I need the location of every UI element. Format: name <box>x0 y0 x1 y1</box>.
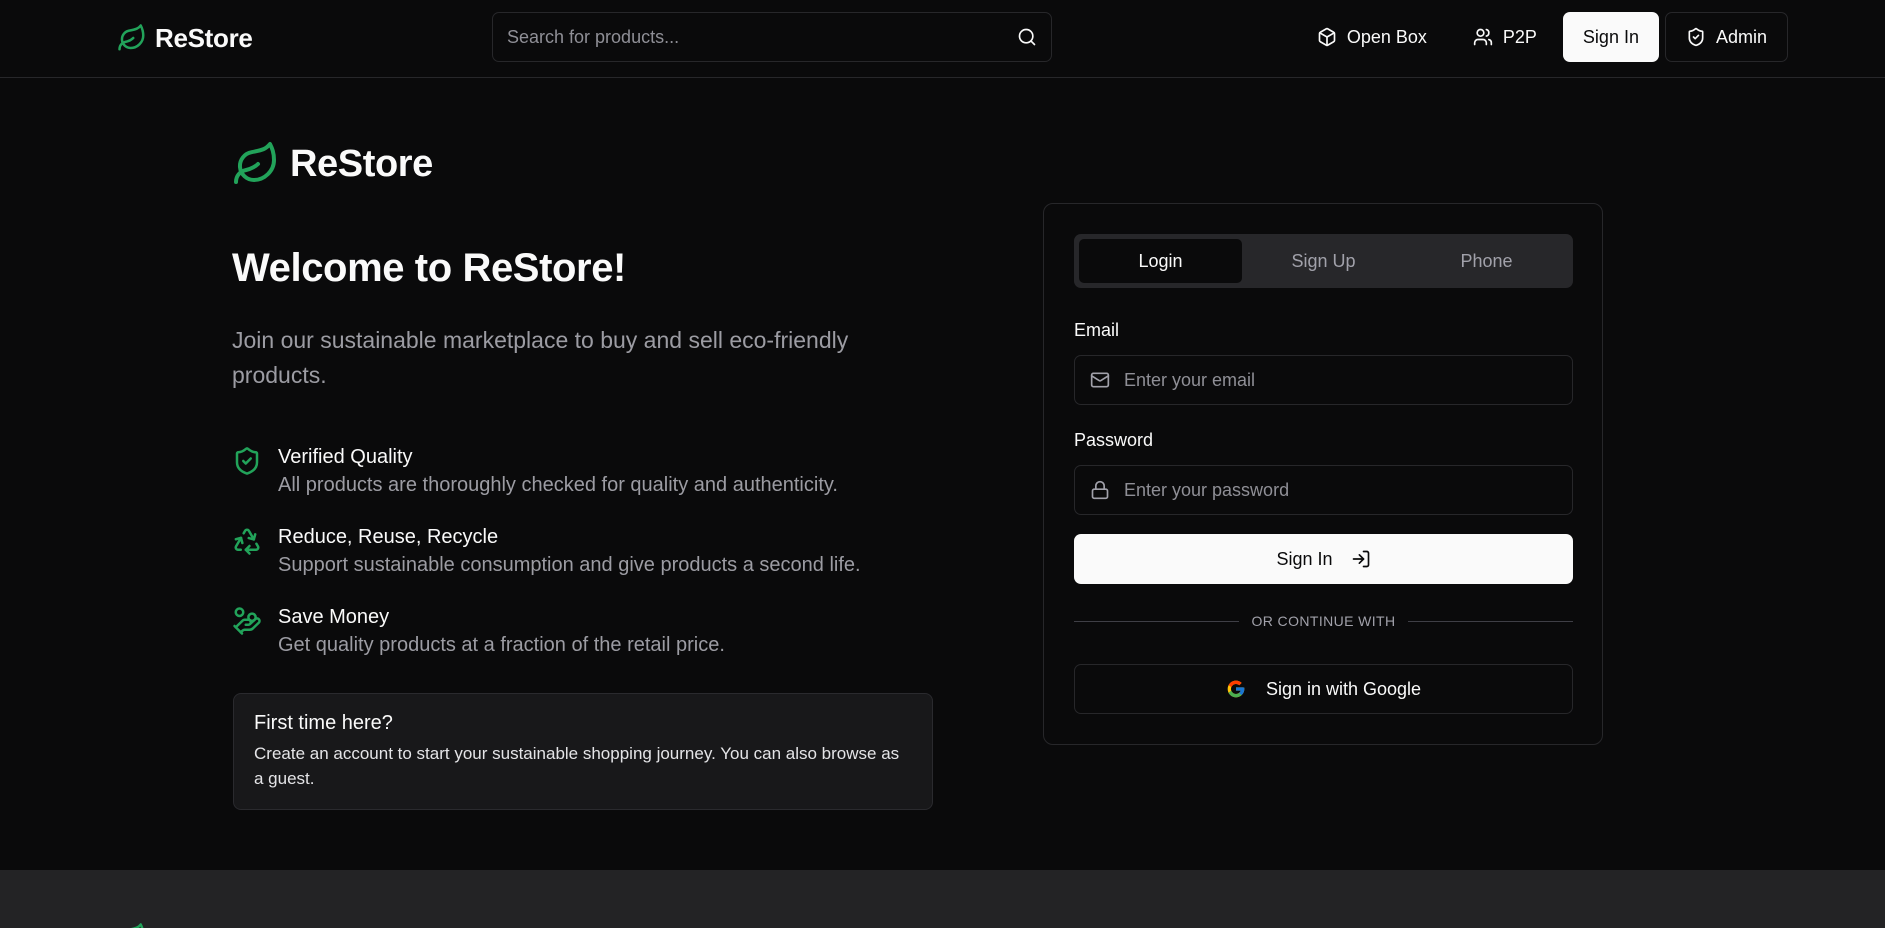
leaf-logo-icon <box>232 140 280 188</box>
p2p-button[interactable]: P2P <box>1453 12 1557 62</box>
leaf-logo-icon <box>117 23 147 53</box>
tab-phone[interactable]: Phone <box>1405 239 1568 283</box>
admin-button[interactable]: Admin <box>1664 12 1788 62</box>
tab-sign-up[interactable]: Sign Up <box>1242 239 1405 283</box>
feature-item: Reduce, Reuse, Recycle Support sustainab… <box>232 524 861 580</box>
shield-check-icon <box>1686 27 1706 47</box>
feature-title: Reduce, Reuse, Recycle <box>278 526 499 548</box>
recycle-icon <box>232 526 262 556</box>
google-sign-in-button[interactable]: Sign in with Google <box>1074 664 1573 714</box>
top-header: ReStore Open Box <box>0 0 1885 78</box>
p2p-label: P2P <box>1502 26 1537 47</box>
hero-brand: ReStore <box>232 140 433 188</box>
package-icon <box>1317 27 1337 47</box>
hero-brand-name: ReStore <box>290 142 433 185</box>
password-field <box>1074 465 1573 515</box>
open-box-label: Open Box <box>1346 26 1427 47</box>
open-box-button[interactable]: Open Box <box>1297 12 1447 62</box>
shield-check-icon <box>232 446 262 476</box>
password-label: Password <box>1074 430 1154 450</box>
users-icon <box>1473 27 1493 47</box>
auth-tabs: Login Sign Up Phone <box>1074 234 1573 288</box>
log-in-icon <box>1351 549 1371 569</box>
notice-title: First time here? <box>254 712 393 734</box>
site-footer <box>0 870 1885 928</box>
header-brand[interactable]: ReStore <box>117 22 253 54</box>
page-title: Welcome to ReStore! <box>232 246 626 290</box>
password-input[interactable] <box>1124 479 1557 501</box>
brand-name: ReStore <box>155 22 253 53</box>
divider-text: OR CONTINUE WITH <box>1251 613 1396 629</box>
feature-item: Verified Quality All products are thorou… <box>232 444 838 500</box>
feature-description: All products are thoroughly checked for … <box>278 474 838 496</box>
leaf-logo-icon <box>117 922 147 928</box>
lock-icon <box>1090 480 1110 500</box>
google-label: Sign in with Google <box>1265 678 1422 699</box>
header-nav: Open Box P2P Sign In Admin <box>1297 12 1788 62</box>
google-icon <box>1226 679 1246 699</box>
auth-card: Login Sign Up Phone Email Password Sign … <box>1043 203 1603 745</box>
hand-coins-icon <box>232 606 262 636</box>
feature-title: Save Money <box>278 606 390 628</box>
sign-in-label: Sign In <box>1276 548 1333 569</box>
email-input[interactable] <box>1124 369 1557 391</box>
header-sign-in-button[interactable]: Sign In <box>1562 12 1659 62</box>
feature-description: Support sustainable consumption and give… <box>278 554 861 576</box>
feature-item: Save Money Get quality products at a fra… <box>232 604 725 660</box>
divider-line <box>1407 620 1573 622</box>
email-label: Email <box>1074 320 1120 340</box>
feature-description: Get quality products at a fraction of th… <box>278 634 725 656</box>
sign-in-button[interactable]: Sign In <box>1074 534 1573 584</box>
email-field <box>1074 355 1573 405</box>
search-bar <box>492 12 1052 62</box>
search-icon[interactable] <box>1017 27 1037 47</box>
mail-icon <box>1090 370 1110 390</box>
admin-label: Admin <box>1715 26 1767 47</box>
feature-title: Verified Quality <box>278 446 413 468</box>
divider-line <box>1074 620 1240 622</box>
tab-login[interactable]: Login <box>1079 239 1242 283</box>
search-input[interactable] <box>507 26 1017 48</box>
notice-text: Create an account to start your sustaina… <box>254 744 900 788</box>
hero-subtitle: Join our sustainable marketplace to buy … <box>232 327 849 388</box>
continue-divider: OR CONTINUE WITH <box>1074 609 1573 633</box>
first-time-notice: First time here? Create an account to st… <box>233 693 933 810</box>
